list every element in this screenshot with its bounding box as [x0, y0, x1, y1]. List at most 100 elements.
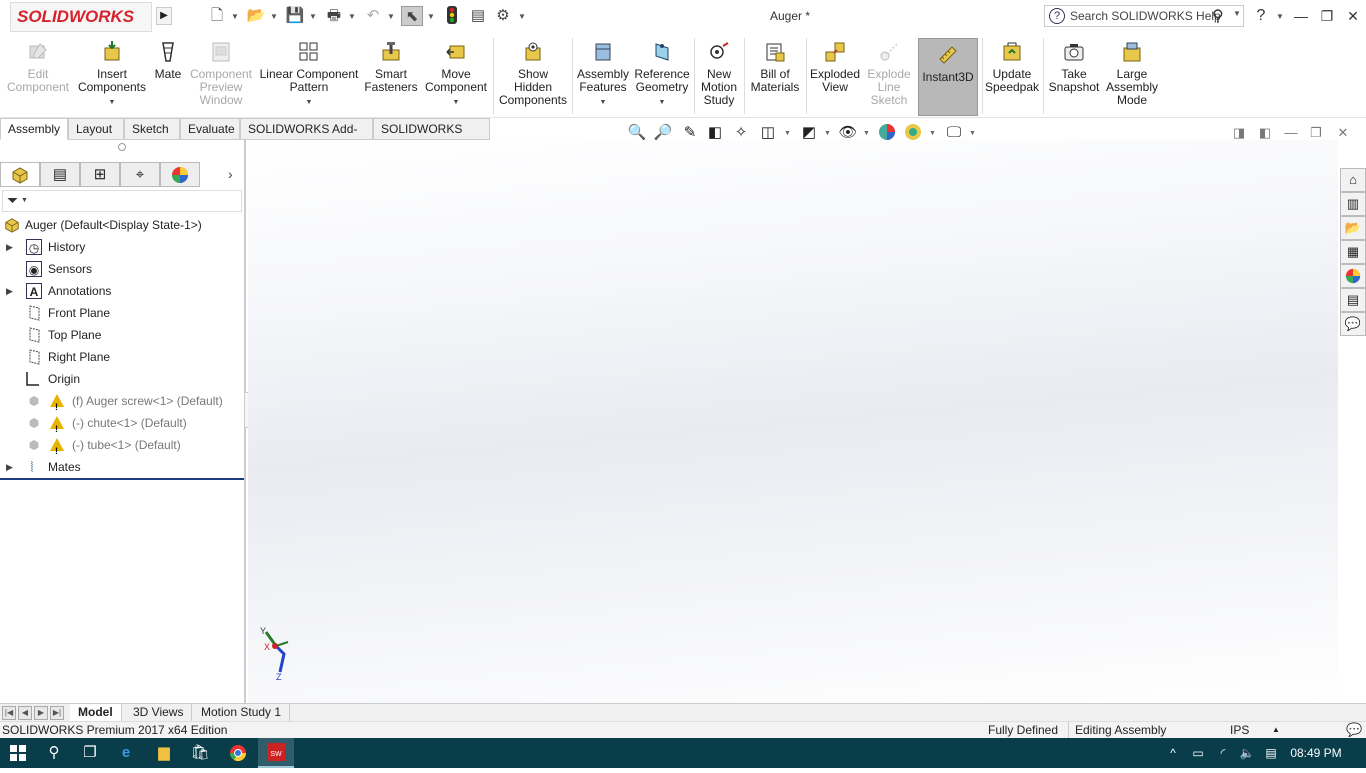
tab-model[interactable]: Model — [70, 704, 122, 722]
design-library-icon[interactable]: ▥ — [1340, 192, 1366, 216]
expand-arrow-icon[interactable]: ▶ — [6, 280, 13, 302]
tree-item-component[interactable]: ⬢ ! (-) chute<1> (Default) — [0, 412, 244, 434]
chevron-down-icon[interactable]: ▼ — [309, 8, 317, 26]
first-tab-icon[interactable]: |◀ — [2, 706, 16, 720]
file-explorer-icon[interactable]: ▆ — [146, 738, 182, 768]
units-selector[interactable]: IPS — [1230, 722, 1249, 738]
viewport-restore-icon[interactable]: ❐ — [1307, 125, 1325, 141]
reference-geometry-button[interactable]: Reference Geometry ▼ — [632, 40, 692, 118]
linear-component-pattern-button[interactable]: Linear Component Pattern ▼ — [258, 40, 360, 118]
file-properties-icon[interactable]: ▤ — [467, 6, 489, 26]
tree-item-component[interactable]: ⬢ ! (f) Auger screw<1> (Default) — [0, 390, 244, 412]
dimxpert-manager-tab-icon[interactable]: ⌖ — [120, 162, 160, 187]
rebuild-icon[interactable] — [441, 6, 463, 26]
chevron-down-icon[interactable]: ▼ — [422, 96, 490, 109]
assembly-features-button[interactable]: Assembly Features ▼ — [574, 40, 632, 118]
restore-icon[interactable]: ❐ — [1316, 6, 1338, 26]
tree-item-sensors[interactable]: ◉ Sensors — [0, 258, 244, 280]
chevron-down-icon[interactable]: ▼ — [427, 8, 435, 26]
tab-sketch[interactable]: Sketch — [124, 118, 180, 140]
edge-browser-icon[interactable]: e — [108, 738, 144, 768]
solidworks-taskbar-icon[interactable]: SW — [258, 738, 294, 768]
custom-properties-icon[interactable]: ▤ — [1340, 288, 1366, 312]
filter-icon[interactable]: ⏷ — [7, 192, 18, 209]
menu-expand-icon[interactable]: ▶ — [156, 7, 172, 25]
chevron-down-icon[interactable]: ▼ — [632, 96, 692, 109]
windows-start-icon[interactable] — [0, 738, 36, 768]
search-help-field[interactable]: ? Search SOLIDWORKS Help ⚲ ▼ — [1044, 5, 1244, 27]
exploded-view-button[interactable]: Exploded View — [808, 40, 862, 118]
forum-icon[interactable]: 💬 — [1340, 312, 1366, 336]
tree-root-assembly[interactable]: Auger (Default<Display State-1>) — [0, 214, 244, 236]
component-preview-window-button[interactable]: Component Preview Window — [188, 40, 254, 118]
viewport-close-icon[interactable]: ✕ — [1334, 125, 1352, 141]
appearances-icon[interactable] — [1340, 264, 1366, 288]
search-icon[interactable]: ⚲ — [1212, 6, 1224, 26]
tree-filter-field[interactable]: ⏷ ▼ — [2, 190, 242, 212]
options-icon[interactable]: ⚙ — [492, 6, 514, 26]
viewport-split-right-icon[interactable]: ◧ — [1256, 125, 1274, 141]
expand-arrow-icon[interactable]: ▶ — [6, 236, 13, 258]
smart-fasteners-button[interactable]: Smart Fasteners — [362, 40, 420, 118]
file-explorer-icon[interactable]: 📂 — [1340, 216, 1366, 240]
feature-manager-tree-tab-icon[interactable] — [0, 162, 40, 187]
volume-icon[interactable]: 🔈 — [1236, 738, 1258, 768]
tree-item-annotations[interactable]: ▶ A Annotations — [0, 280, 244, 302]
chevron-down-icon[interactable]: ▼ — [1233, 9, 1241, 18]
tree-item-front-plane[interactable]: Front Plane — [0, 302, 244, 324]
solidworks-logo[interactable]: SOLIDWORKS — [10, 2, 152, 32]
show-hidden-components-button[interactable]: Show Hidden Components — [496, 40, 570, 118]
chevron-up-icon[interactable]: ▲ — [1272, 722, 1280, 738]
view-palette-icon[interactable]: ▦ — [1340, 240, 1366, 264]
task-view-icon[interactable]: ❐ — [72, 738, 108, 768]
tree-item-top-plane[interactable]: Top Plane — [0, 324, 244, 346]
chevron-down-icon[interactable]: ▼ — [231, 8, 239, 26]
property-manager-tab-icon[interactable]: ▤ — [40, 162, 80, 187]
explode-line-sketch-button[interactable]: Explode Line Sketch — [864, 40, 914, 118]
search-icon[interactable]: ⚲ — [36, 738, 72, 768]
tree-item-right-plane[interactable]: Right Plane — [0, 346, 244, 368]
chevron-down-icon[interactable]: ▼ — [574, 96, 632, 109]
take-snapshot-button[interactable]: Take Snapshot — [1046, 40, 1102, 118]
new-motion-study-button[interactable]: New Motion Study — [696, 40, 742, 118]
open-document-icon[interactable]: 📂 — [245, 6, 267, 26]
select-icon[interactable]: ⬉ — [401, 6, 423, 26]
previous-tab-icon[interactable]: ◀ — [18, 706, 32, 720]
tab-motion-study-1[interactable]: Motion Study 1 — [193, 704, 291, 722]
chevron-down-icon[interactable]: ▼ — [76, 96, 148, 109]
chevron-down-icon[interactable]: ▼ — [270, 8, 278, 26]
chevron-right-icon[interactable]: › — [228, 166, 233, 182]
insert-components-button[interactable]: Insert Components ▼ — [76, 40, 148, 118]
last-tab-icon[interactable]: ▶| — [50, 706, 64, 720]
chevron-down-icon[interactable]: ▼ — [387, 8, 395, 26]
mate-button[interactable]: Mate — [152, 40, 184, 118]
notifications-icon[interactable]: ▤ — [1260, 738, 1282, 768]
chevron-down-icon[interactable]: ▼ — [348, 8, 356, 26]
print-icon[interactable]: 🖶 — [323, 6, 345, 26]
tooltip-icon[interactable]: 💬 — [1346, 722, 1362, 738]
panel-grip-icon[interactable] — [118, 143, 126, 151]
chrome-icon[interactable] — [220, 738, 256, 768]
tab-layout[interactable]: Layout — [68, 118, 124, 140]
tree-item-mates[interactable]: ▶ ⦚ Mates — [0, 456, 244, 478]
edit-component-button[interactable]: Edit Component — [4, 40, 72, 118]
minimize-icon[interactable]: — — [1290, 6, 1312, 26]
tab-assembly[interactable]: Assembly — [0, 118, 68, 140]
bill-of-materials-button[interactable]: Bill of Materials — [748, 40, 802, 118]
close-icon[interactable]: ✕ — [1342, 6, 1364, 26]
update-speedpak-button[interactable]: Update Speedpak — [984, 40, 1040, 118]
chevron-down-icon[interactable]: ▼ — [258, 96, 360, 109]
save-icon[interactable]: 💾 — [284, 6, 306, 26]
tab-3d-views[interactable]: 3D Views — [125, 704, 193, 722]
help-icon[interactable]: ? — [1250, 6, 1272, 26]
tab-solidworks-add-ins[interactable]: SOLIDWORKS Add-Ins — [240, 118, 373, 156]
viewport-split-left-icon[interactable]: ◨ — [1230, 125, 1248, 141]
next-tab-icon[interactable]: ▶ — [34, 706, 48, 720]
tree-item-origin[interactable]: Origin — [0, 368, 244, 390]
store-icon[interactable]: 🛍 — [182, 738, 218, 768]
large-assembly-mode-button[interactable]: Large Assembly Mode — [1104, 40, 1160, 118]
home-icon[interactable]: ⌂ — [1340, 168, 1366, 192]
new-document-icon[interactable]: 🗋 — [206, 6, 228, 26]
chevron-down-icon[interactable]: ▼ — [518, 8, 526, 26]
battery-icon[interactable]: ▭ — [1188, 738, 1208, 768]
